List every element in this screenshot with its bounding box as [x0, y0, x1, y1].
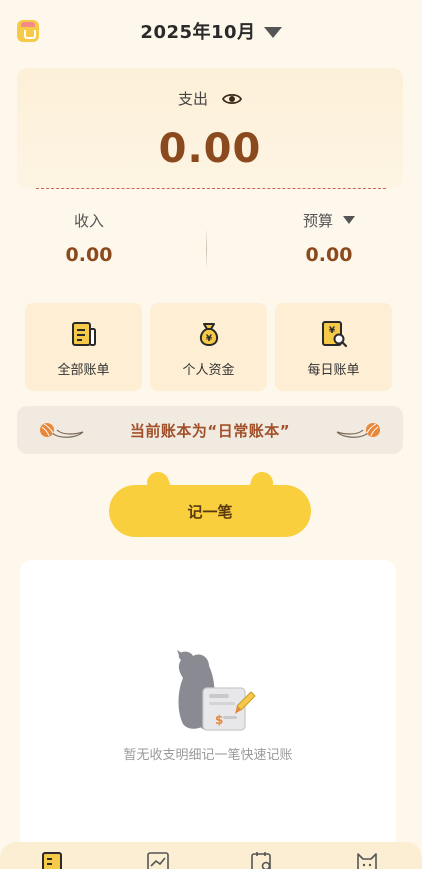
svg-text:¥: ¥: [328, 326, 335, 336]
svg-text:¥: ¥: [205, 334, 212, 344]
triangle-down-icon[interactable]: [343, 216, 355, 224]
record-button-wrapper: 记一笔: [109, 469, 311, 540]
expense-summary-card: 支出 0.00: [17, 68, 403, 188]
quick-action-label: 个人资金: [182, 363, 235, 378]
income-amount: 0.00: [65, 244, 113, 266]
eye-icon[interactable]: [222, 92, 242, 106]
quick-actions: 全部账单 ¥ 个人资金 ¥ 每日账单: [25, 303, 397, 391]
yarn-ball-icon: [336, 423, 380, 438]
month-label[interactable]: 2025年10月: [140, 18, 255, 44]
income-label: 收入: [73, 211, 104, 230]
budget-block[interactable]: 预算 0.00: [254, 210, 404, 266]
daily-bill-search-icon: ¥: [321, 321, 347, 348]
expense-header: 支出: [17, 88, 403, 109]
ledger-book-icon[interactable]: [40, 850, 66, 869]
calendar-search-icon[interactable]: [249, 850, 275, 869]
triangle-down-icon[interactable]: [263, 26, 282, 38]
vertical-divider: [206, 228, 207, 270]
empty-state-text: 暂无收支明细记一笔快速记账: [123, 748, 293, 763]
dashed-divider: [36, 188, 386, 189]
quick-action-label: 全部账单: [57, 363, 110, 378]
current-ledger-banner[interactable]: 当前账本为“日常账本”: [17, 406, 403, 454]
all-bills-button[interactable]: 全部账单: [25, 303, 142, 391]
quick-action-label: 每日账单: [307, 363, 360, 378]
daily-bills-button[interactable]: ¥ 每日账单: [275, 303, 392, 391]
income-block: 收入 0.00: [14, 210, 164, 267]
personal-funds-button[interactable]: ¥ 个人资金: [150, 303, 267, 391]
svg-text:$: $: [215, 713, 223, 727]
yarn-ball-icon: [40, 423, 84, 438]
bottom-navigation: [0, 842, 422, 869]
bill-list-icon: [71, 322, 96, 346]
cat-face-icon[interactable]: [354, 850, 380, 869]
transaction-details-card: $ 暂无收支明细记一笔快速记账: [20, 560, 396, 850]
budget-label[interactable]: 预算: [303, 210, 333, 231]
current-ledger-text: 当前账本为“日常账本”: [129, 421, 291, 440]
header: 2025年10月: [0, 0, 422, 60]
budget-amount: 0.00: [305, 244, 353, 266]
expense-label: 支出: [177, 90, 208, 108]
money-bag-icon: ¥: [199, 323, 218, 346]
chart-trend-icon[interactable]: [145, 850, 171, 869]
record-entry-button[interactable]: 记一笔: [109, 485, 311, 537]
cat-with-receipt-icon: $: [177, 650, 256, 731]
expense-amount: 0.00: [158, 126, 262, 172]
income-budget-row: 收入 0.00 预算 0.00: [0, 210, 422, 280]
month-selector[interactable]: 2025年10月: [0, 18, 422, 44]
